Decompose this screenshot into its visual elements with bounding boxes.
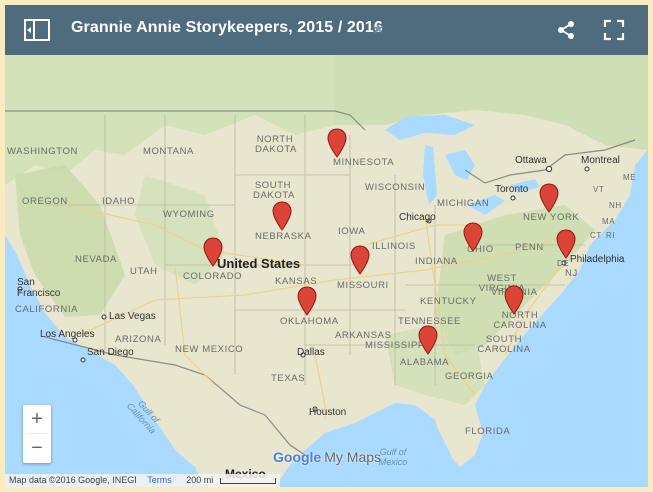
city-label: Los Angeles <box>40 329 95 340</box>
city-label: Dallas <box>297 347 325 358</box>
state-label: ME <box>623 173 637 182</box>
map-attribution: Map data ©2016 Google, INEGI Terms 200 m… <box>5 474 280 487</box>
map-marker[interactable] <box>504 285 524 315</box>
city-label: Las Vegas <box>109 311 156 322</box>
share-icon[interactable] <box>556 20 576 40</box>
state-label: NEBRASKA <box>255 231 312 242</box>
attribution-text: Map data ©2016 Google, INEGI <box>9 475 137 485</box>
country-label: United States <box>217 256 301 271</box>
state-label: WISCONSIN <box>365 182 426 193</box>
state-label: INDIANA <box>415 256 458 267</box>
state-label: NJ <box>565 268 578 279</box>
state-label: TEXAS <box>271 373 306 384</box>
state-label: PENN <box>515 242 544 253</box>
map-title: Grannie Annie Storykeepers, 2015 / 2016 <box>71 19 383 36</box>
state-label: GEORGIA <box>445 371 494 382</box>
state-label: SOUTH DAKOTA <box>253 180 295 201</box>
state-label: ILLINOIS <box>372 241 416 252</box>
basemap <box>5 55 648 487</box>
state-label: OKLAHOMA <box>280 316 339 327</box>
scale-label: 200 mi <box>186 475 214 485</box>
map-frame: Grannie Annie Storykeepers, 2015 / 2016 … <box>0 0 653 492</box>
city-label: Houston <box>309 407 347 418</box>
state-label: VT <box>593 185 605 194</box>
state-label: RI <box>606 231 616 240</box>
city-label: Chicago <box>399 212 436 223</box>
state-label: CALIFORNIA <box>15 304 79 315</box>
map-marker[interactable] <box>418 325 438 355</box>
city-label: Montreal <box>581 155 620 166</box>
state-label: ARIZONA <box>115 334 162 345</box>
state-label: NEVADA <box>75 254 117 265</box>
state-label: IOWA <box>338 226 366 237</box>
map-canvas[interactable]: NORTH DAKOTA MINNESOTA SOUTH DAKOTA WYOM… <box>5 55 648 487</box>
city-label: San Diego <box>87 347 134 358</box>
state-label: KENTUCKY <box>420 296 477 307</box>
map-marker[interactable] <box>350 245 370 275</box>
state-label: NORTH DAKOTA <box>255 134 297 155</box>
fullscreen-icon[interactable] <box>603 19 625 41</box>
state-label: DE <box>557 259 570 268</box>
map-marker[interactable] <box>297 286 317 316</box>
state-label: CT <box>590 231 602 240</box>
zoom-control: + − <box>23 405 51 463</box>
star-icon[interactable]: ★ <box>372 20 385 37</box>
state-label: WASHINGTON <box>7 146 78 157</box>
state-label: NH <box>609 201 622 210</box>
map-header: Grannie Annie Storykeepers, 2015 / 2016 … <box>5 5 648 55</box>
state-label: COLORADO <box>183 271 243 282</box>
google-my-maps-logo[interactable]: Google My Maps <box>273 449 381 465</box>
state-label: MICHIGAN <box>437 198 490 209</box>
scale-bar <box>219 477 276 484</box>
state-label: FLORIDA <box>465 426 511 437</box>
city-label: Ottawa <box>515 155 547 166</box>
state-label: IDAHO <box>102 196 136 207</box>
map-marker[interactable] <box>463 222 483 252</box>
map-marker[interactable] <box>556 229 576 259</box>
sidebar-toggle-icon[interactable] <box>23 18 51 42</box>
state-label: MINNESOTA <box>333 157 395 168</box>
city-label: San Francisco <box>17 277 61 299</box>
state-label: NEW YORK <box>523 212 580 223</box>
google-logo-text: Google <box>273 449 322 465</box>
state-label: MA <box>602 217 616 226</box>
map-marker[interactable] <box>327 128 347 158</box>
state-label: MONTANA <box>143 146 194 157</box>
map-card: Grannie Annie Storykeepers, 2015 / 2016 … <box>5 5 648 487</box>
city-label: Toronto <box>495 184 529 195</box>
zoom-in-button[interactable]: + <box>23 405 51 433</box>
state-label: OREGON <box>22 196 68 207</box>
state-label: ARKANSAS <box>335 330 392 341</box>
state-label: UTAH <box>130 266 158 277</box>
terms-link[interactable]: Terms <box>147 475 172 485</box>
city-label: Philadelphia <box>570 254 625 265</box>
state-label: ALABAMA <box>400 357 450 368</box>
zoom-out-button[interactable]: − <box>23 434 51 462</box>
my-maps-logo-text: My Maps <box>324 449 382 465</box>
map-marker[interactable] <box>539 183 559 213</box>
state-label: SOUTH CAROLINA <box>477 334 531 355</box>
state-label: NEW MEXICO <box>175 344 244 355</box>
state-label: WYOMING <box>163 209 215 220</box>
map-marker[interactable] <box>272 201 292 231</box>
state-label: MISSOURI <box>337 280 389 291</box>
map-marker[interactable] <box>203 237 223 267</box>
